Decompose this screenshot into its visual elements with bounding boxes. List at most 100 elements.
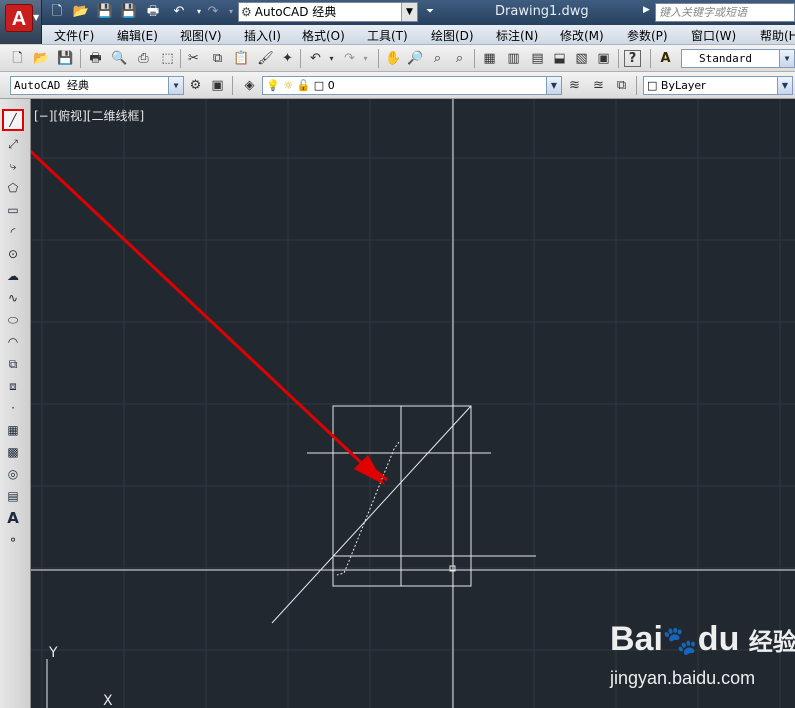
workspace-combo-value: AutoCAD 经典: [254, 5, 337, 19]
design-center-icon[interactable]: ▥: [504, 49, 523, 68]
polygon-icon[interactable]: ⬠: [4, 179, 22, 197]
3d-print-icon[interactable]: ⬚: [158, 49, 177, 68]
multiline-text-icon[interactable]: A: [4, 509, 22, 527]
text-style-icon[interactable]: A: [656, 49, 675, 68]
cut-icon[interactable]: ✂: [184, 49, 203, 68]
menu-insert[interactable]: 插入(I): [244, 27, 281, 44]
match-properties-icon[interactable]: 🖌: [256, 49, 275, 68]
markup-icon[interactable]: ▧: [572, 49, 591, 68]
drawing-canvas[interactable]: [−][俯视][二维线框] Y X: [31, 99, 795, 708]
new-file-icon[interactable]: 🗋: [8, 49, 27, 68]
region-icon[interactable]: ◎: [4, 465, 22, 483]
zoom-previous-icon[interactable]: ⌕: [450, 49, 469, 68]
polyline-icon[interactable]: ⤷: [4, 157, 22, 175]
menu-file[interactable]: 文件(F): [54, 27, 94, 44]
insert-block-icon[interactable]: ⧉: [4, 355, 22, 373]
menu-parameters[interactable]: 参数(P): [627, 27, 668, 44]
layer-properties-icon[interactable]: ◈: [240, 76, 259, 95]
menu-view[interactable]: 视图(V): [180, 27, 222, 44]
zoom-realtime-icon[interactable]: 🔎: [406, 49, 425, 68]
open-file-icon[interactable]: 📂: [72, 3, 90, 21]
color-combo[interactable]: □ ByLayer ▼: [643, 76, 793, 95]
revision-cloud-icon[interactable]: ☁: [4, 267, 22, 285]
text-style-combo[interactable]: Standard ▼: [681, 49, 795, 68]
point-icon[interactable]: ·: [4, 399, 22, 417]
rectangle-icon[interactable]: ▭: [4, 201, 22, 219]
make-current-layer-icon[interactable]: ≋: [565, 76, 584, 95]
sheet-set-icon[interactable]: ⬓: [550, 49, 569, 68]
menu-tools[interactable]: 工具(T): [367, 27, 408, 44]
new-file-icon[interactable]: 🗋: [48, 3, 66, 21]
tool-palettes-icon[interactable]: ▤: [528, 49, 547, 68]
workspace-select-value: AutoCAD 经典: [14, 79, 89, 92]
ellipse-icon[interactable]: ⬭: [4, 311, 22, 329]
lock-open-icon: 🔓: [296, 79, 311, 92]
copy-icon[interactable]: ⧉: [208, 49, 227, 68]
caret-right-icon[interactable]: ▶: [643, 5, 650, 15]
layer-previous-icon[interactable]: ≊: [589, 76, 608, 95]
menu-format[interactable]: 格式(O): [302, 27, 345, 44]
menu-modify[interactable]: 修改(M): [560, 27, 604, 44]
grid: [31, 99, 795, 708]
add-selected-icon[interactable]: ⚬: [4, 531, 22, 549]
chevron-down-icon[interactable]: ▼: [779, 50, 794, 67]
menu-window[interactable]: 窗口(W): [691, 27, 736, 44]
help-icon[interactable]: ?: [624, 50, 641, 67]
application-menu-button[interactable]: A ▼: [0, 0, 42, 44]
make-block-icon[interactable]: ⧈: [4, 377, 22, 395]
chevron-down-icon[interactable]: ▼: [168, 77, 183, 94]
viewport-controls[interactable]: [−][俯视][二维线框]: [34, 107, 144, 124]
publish-icon[interactable]: ⎙: [134, 49, 153, 68]
layer-color-swatch: □: [313, 79, 325, 92]
toolbar-separator: [378, 49, 379, 68]
hatch-icon[interactable]: ▦: [4, 421, 22, 439]
properties-icon[interactable]: ▦: [480, 49, 499, 68]
ellipse-arc-icon[interactable]: ◠: [4, 333, 22, 351]
plot-icon[interactable]: 🖶: [144, 3, 162, 21]
save-icon[interactable]: 💾: [96, 3, 114, 21]
annotation-arrow: [31, 149, 388, 485]
toolbar-separator: [474, 49, 475, 68]
open-file-icon[interactable]: 📂: [32, 49, 51, 68]
block-editor-icon[interactable]: ✦: [278, 49, 297, 68]
undo-dropdown-icon[interactable]: ▾: [322, 49, 341, 68]
plot-icon[interactable]: 🖶: [86, 49, 105, 68]
layer-combo[interactable]: 💡 ☼ 🔓 □ 0 ▼: [262, 76, 562, 95]
arc-icon[interactable]: ◜: [4, 223, 22, 241]
chevron-down-icon[interactable]: ▼: [546, 77, 561, 94]
customize-dropdown-icon[interactable]: ⏷: [421, 3, 439, 21]
table-icon[interactable]: ▤: [4, 487, 22, 505]
chevron-down-icon[interactable]: ▼: [401, 3, 417, 21]
menu-edit[interactable]: 编辑(E): [117, 27, 158, 44]
spline-icon[interactable]: ∿: [4, 289, 22, 307]
save-as-icon[interactable]: 💾: [120, 3, 138, 21]
pan-icon[interactable]: ✋: [384, 49, 403, 68]
gear-icon: ⚙: [241, 5, 252, 19]
menu-help[interactable]: 帮助(H): [760, 27, 795, 44]
calculator-icon[interactable]: ▣: [594, 49, 613, 68]
workspace-select[interactable]: AutoCAD 经典 ▼: [10, 76, 184, 95]
line-icon[interactable]: ╱: [2, 109, 24, 131]
chevron-down-icon[interactable]: ▼: [777, 77, 792, 94]
paste-icon[interactable]: 📋: [232, 49, 251, 68]
ucs-x-label: X: [103, 693, 113, 708]
redo-dropdown-icon[interactable]: ▾: [356, 49, 375, 68]
watermark-url: jingyan.baidu.com: [610, 668, 756, 688]
menu-draw[interactable]: 绘图(D): [431, 27, 474, 44]
workspace-settings-icon[interactable]: ▣: [208, 76, 227, 95]
zoom-window-icon[interactable]: ⌕: [428, 49, 447, 68]
color-swatch: □: [647, 79, 658, 92]
layer-state-icon[interactable]: ⧉: [612, 76, 631, 95]
gear-icon[interactable]: ⚙: [186, 76, 205, 95]
construction-line-icon[interactable]: ⤢: [4, 135, 22, 153]
gradient-icon[interactable]: ▩: [4, 443, 22, 461]
undo-icon[interactable]: ↶: [170, 3, 188, 21]
workspace-combo[interactable]: ⚙ AutoCAD 经典 ▼: [238, 2, 418, 22]
menu-dimension[interactable]: 标注(N): [496, 27, 538, 44]
plot-preview-icon[interactable]: 🔍: [110, 49, 129, 68]
circle-icon[interactable]: ⊙: [4, 245, 22, 263]
save-icon[interactable]: 💾: [56, 49, 75, 68]
watermark-brand-cn: 经验: [748, 629, 795, 656]
search-input[interactable]: 键入关键字或短语: [655, 3, 795, 22]
redo-icon[interactable]: ↷: [204, 3, 222, 21]
